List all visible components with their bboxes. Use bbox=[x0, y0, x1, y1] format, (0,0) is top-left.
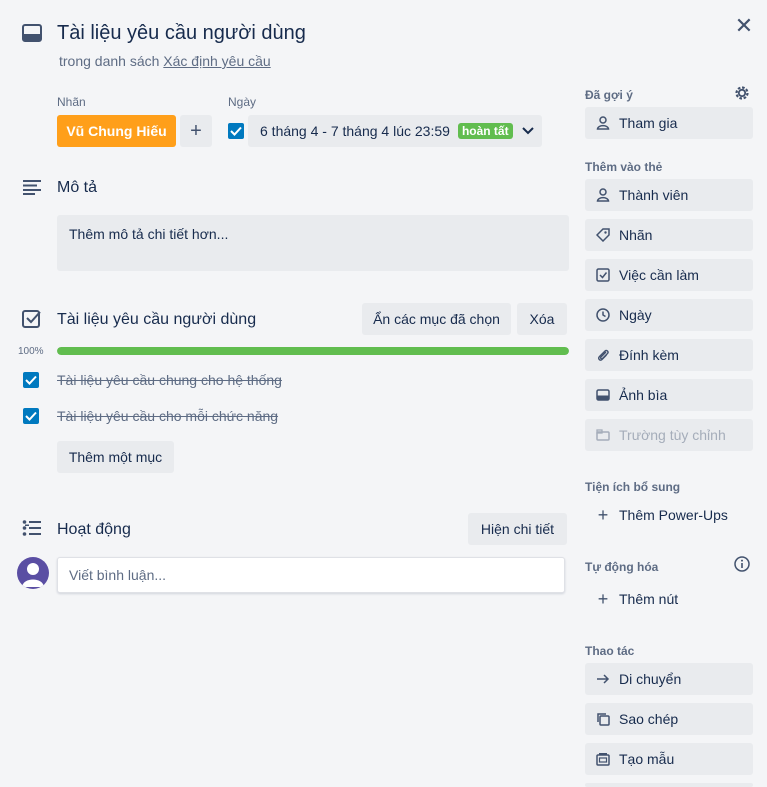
tag-icon bbox=[595, 227, 611, 243]
progress-bar bbox=[57, 347, 569, 355]
delete-checklist-button[interactable]: Xóa bbox=[517, 303, 567, 335]
person-icon bbox=[595, 187, 611, 203]
dates-label: Ngày bbox=[619, 307, 652, 323]
info-icon[interactable] bbox=[734, 556, 750, 572]
attachment-label: Đính kèm bbox=[619, 347, 679, 363]
move-button[interactable]: Di chuyển bbox=[585, 663, 753, 695]
make-template-label: Tạo mẫu bbox=[619, 751, 675, 767]
add-button-button[interactable]: + Thêm nút bbox=[585, 583, 753, 615]
join-label: Tham gia bbox=[619, 115, 678, 131]
cover-label: Ảnh bìa bbox=[619, 387, 668, 403]
avatar bbox=[17, 557, 49, 589]
checklist-icon bbox=[22, 310, 42, 333]
show-details-button[interactable]: Hiện chi tiết bbox=[468, 513, 567, 545]
arrow-right-icon bbox=[595, 671, 611, 687]
add-label-button[interactable]: + bbox=[180, 115, 212, 147]
list-link[interactable]: Xác định yêu cầu bbox=[163, 53, 270, 69]
plus-icon: + bbox=[597, 588, 609, 609]
custom-fields-label: Trường tùy chỉnh bbox=[619, 427, 726, 443]
checklist-label: Việc cần làm bbox=[619, 267, 699, 283]
checklist-item-checkbox[interactable] bbox=[23, 372, 39, 388]
checklist-button[interactable]: Việc cần làm bbox=[585, 259, 753, 291]
custom-fields-button[interactable]: Trường tùy chỉnh bbox=[585, 419, 753, 451]
card-title[interactable]: Tài liệu yêu cầu người dùng bbox=[57, 22, 306, 45]
copy-label: Sao chép bbox=[619, 711, 679, 727]
power-ups-heading: Tiện ích bổ sung bbox=[585, 480, 681, 494]
make-template-button[interactable]: Tạo mẫu bbox=[585, 743, 753, 775]
complete-badge: hoàn tất bbox=[457, 123, 513, 139]
suggested-heading: Đã gợi ý bbox=[585, 88, 633, 102]
copy-icon bbox=[595, 711, 611, 727]
card-cover-icon bbox=[595, 387, 611, 403]
description-input[interactable]: Thêm mô tả chi tiết hơn... bbox=[57, 215, 569, 271]
gear-icon[interactable] bbox=[733, 84, 751, 102]
progress-percent: 100% bbox=[18, 346, 44, 357]
add-button-label: Thêm nút bbox=[619, 591, 679, 607]
label-chip[interactable]: Vũ Chung Hiếu bbox=[57, 115, 176, 147]
checklist-item-text[interactable]: Tài liệu yêu cầu cho mỗi chức năng bbox=[57, 408, 278, 424]
cover-button[interactable]: Ảnh bìa bbox=[585, 379, 753, 411]
card-subtitle: trong danh sách Xác định yêu cầu bbox=[59, 53, 271, 69]
subtitle-prefix: trong danh sách bbox=[59, 53, 160, 69]
progress-fill bbox=[57, 347, 569, 355]
actions-heading: Thao tác bbox=[585, 644, 635, 658]
labels-button[interactable]: Nhãn bbox=[585, 219, 753, 251]
template-icon bbox=[595, 751, 611, 767]
checklist-icon bbox=[595, 267, 611, 283]
checklist-item-text[interactable]: Tài liệu yêu cầu chung cho hệ thống bbox=[57, 372, 282, 388]
comment-input[interactable]: Viết bình luận... bbox=[57, 557, 565, 593]
members-button[interactable]: Thành viên bbox=[585, 179, 753, 211]
checklist-item-checkbox[interactable] bbox=[23, 408, 39, 424]
add-power-ups-label: Thêm Power-Ups bbox=[619, 507, 728, 523]
next-action-button[interactable] bbox=[585, 783, 753, 787]
activity-icon bbox=[22, 520, 42, 541]
automation-heading: Tự động hóa bbox=[585, 560, 659, 574]
date-value: 6 tháng 4 - 7 tháng 4 lúc 23:59 bbox=[260, 123, 450, 139]
copy-button[interactable]: Sao chép bbox=[585, 703, 753, 735]
activity-heading: Hoạt động bbox=[57, 521, 131, 538]
clock-icon bbox=[595, 307, 611, 323]
person-icon bbox=[595, 115, 611, 131]
dates-button[interactable]: Ngày bbox=[585, 299, 753, 331]
date-button[interactable]: 6 tháng 4 - 7 tháng 4 lúc 23:59 hoàn tất bbox=[248, 115, 542, 147]
close-icon[interactable]: ✕ bbox=[734, 15, 754, 37]
card-icon bbox=[22, 24, 42, 42]
add-to-card-heading: Thêm vào thẻ bbox=[585, 160, 663, 174]
attachment-button[interactable]: Đính kèm bbox=[585, 339, 753, 371]
move-label: Di chuyển bbox=[619, 671, 682, 687]
labels-heading: Nhãn bbox=[57, 95, 86, 109]
description-heading: Mô tả bbox=[57, 179, 98, 196]
checklist-title[interactable]: Tài liệu yêu cầu người dùng bbox=[57, 311, 256, 329]
members-label: Thành viên bbox=[619, 187, 689, 203]
labels-label: Nhãn bbox=[619, 227, 653, 243]
custom-field-icon bbox=[595, 427, 611, 443]
add-item-button[interactable]: Thêm một mục bbox=[57, 441, 174, 473]
hide-checked-button[interactable]: Ẩn các mục đã chọn bbox=[362, 303, 511, 335]
chevron-down-icon bbox=[521, 126, 535, 136]
plus-icon: + bbox=[597, 504, 609, 525]
due-date-checkbox[interactable] bbox=[228, 123, 244, 139]
add-power-ups-button[interactable]: + Thêm Power-Ups bbox=[585, 499, 753, 531]
paperclip-icon bbox=[595, 347, 611, 363]
description-icon bbox=[22, 179, 42, 200]
dates-heading: Ngày bbox=[228, 95, 257, 109]
join-button[interactable]: Tham gia bbox=[585, 107, 753, 139]
